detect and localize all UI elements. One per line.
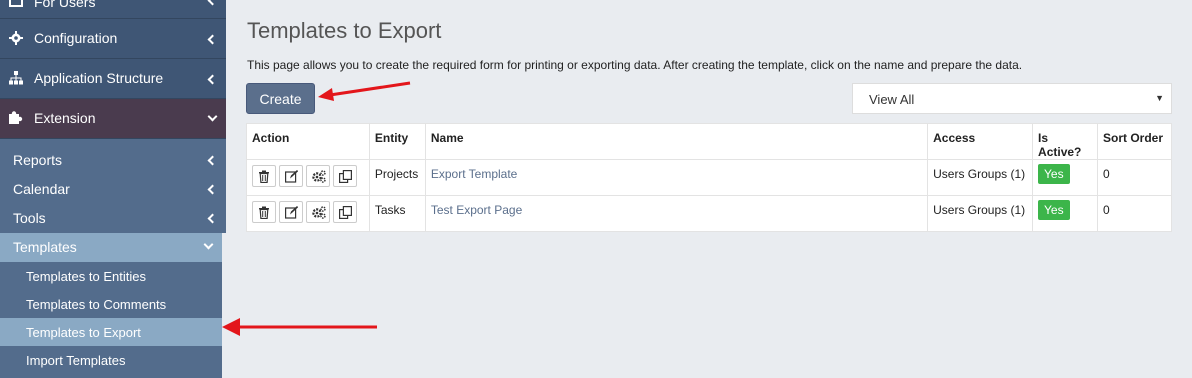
- sidebar-divider: [222, 233, 226, 378]
- sort-order-cell: 0: [1097, 195, 1172, 232]
- create-button[interactable]: Create: [246, 83, 315, 114]
- template-name-link[interactable]: Test Export Page: [431, 203, 522, 217]
- sidebar-item-label: For Users: [34, 0, 96, 10]
- sidebar-item-extension[interactable]: Extension: [0, 99, 226, 139]
- chevron-left-icon: [207, 0, 218, 6]
- sidebar-item-for-users[interactable]: For Users: [0, 0, 226, 19]
- sidebar-item-templates-to-entities[interactable]: Templates to Entities: [0, 262, 222, 290]
- sidebar-item-label: Templates to Comments: [26, 297, 167, 312]
- copy-button[interactable]: [333, 165, 357, 187]
- sidebar: For Users Configuration Application Stru…: [0, 0, 226, 378]
- delete-button[interactable]: [252, 201, 276, 223]
- header-action: Action: [246, 123, 370, 160]
- sidebar-item-label: Import Templates: [26, 353, 126, 368]
- templates-table: Action Entity Name Access Is Active? Sor…: [246, 123, 1172, 232]
- edit-button[interactable]: [279, 201, 303, 223]
- header-sort-order: Sort Order: [1097, 123, 1172, 160]
- settings-button[interactable]: [306, 201, 330, 223]
- edit-icon: [285, 170, 298, 183]
- sort-order-cell: 0: [1097, 159, 1172, 196]
- edit-icon: [285, 206, 298, 219]
- name-cell: Test Export Page: [424, 195, 929, 232]
- sidebar-item-tools[interactable]: Tools: [0, 204, 226, 233]
- edit-button[interactable]: [279, 165, 303, 187]
- chevron-left-icon: [207, 155, 218, 166]
- annotation-arrow-icon: [222, 318, 377, 336]
- chevron-down-icon: [207, 111, 218, 122]
- settings-button[interactable]: [306, 165, 330, 187]
- active-badge: Yes: [1038, 200, 1070, 220]
- name-cell: Export Template: [424, 159, 929, 196]
- copy-icon: [339, 206, 352, 219]
- sidebar-item-label: Templates to Export: [26, 325, 141, 340]
- header-is-active: Is Active?: [1032, 123, 1098, 160]
- users-icon: [9, 0, 23, 7]
- view-filter-select[interactable]: View All ▼: [852, 83, 1172, 114]
- caret-down-icon: ▼: [1155, 93, 1164, 103]
- chevron-left-icon: [207, 34, 218, 45]
- sidebar-item-label: Configuration: [34, 30, 118, 46]
- chevron-left-icon: [207, 213, 218, 224]
- sidebar-item-templates[interactable]: Templates: [0, 233, 222, 262]
- gears-icon: [312, 206, 326, 219]
- table-row: Projects Export Template Users Groups (1…: [246, 159, 1172, 196]
- page-description: This page allows you to create the requi…: [247, 58, 1023, 72]
- sidebar-item-label: Tools: [13, 210, 46, 226]
- entity-cell: Tasks: [368, 195, 426, 232]
- header-access: Access: [927, 123, 1034, 160]
- sidebar-item-reports[interactable]: Reports: [0, 146, 226, 175]
- copy-button[interactable]: [333, 201, 357, 223]
- chevron-left-icon: [207, 74, 218, 85]
- gear-icon: [9, 31, 23, 45]
- table-header-row: Action Entity Name Access Is Active? Sor…: [246, 123, 1172, 160]
- chevron-left-icon: [207, 184, 218, 195]
- table-row: Tasks Test Export Page Users Groups (1) …: [246, 195, 1172, 232]
- puzzle-icon: [9, 111, 23, 124]
- chevron-down-icon: [203, 239, 214, 250]
- sidebar-item-calendar[interactable]: Calendar: [0, 175, 226, 204]
- header-name: Name: [424, 123, 929, 160]
- sidebar-item-label: Templates: [13, 239, 77, 255]
- template-name-link[interactable]: Export Template: [431, 167, 518, 181]
- sitemap-icon: [9, 71, 23, 85]
- sidebar-item-label: Extension: [34, 110, 96, 126]
- access-cell: Users Groups (1): [927, 195, 1034, 232]
- delete-button[interactable]: [252, 165, 276, 187]
- gears-icon: [312, 170, 326, 183]
- annotation-arrow-icon: [318, 81, 411, 101]
- view-filter-value: View All: [869, 92, 915, 107]
- action-cell: [246, 159, 370, 196]
- sidebar-item-label: Application Structure: [34, 70, 164, 86]
- sidebar-item-import-templates[interactable]: Import Templates: [0, 346, 222, 374]
- trash-icon: [259, 206, 269, 219]
- sidebar-item-templates-to-comments[interactable]: Templates to Comments: [0, 290, 222, 318]
- access-cell: Users Groups (1): [927, 159, 1034, 196]
- active-cell: Yes: [1032, 159, 1098, 196]
- copy-icon: [339, 170, 352, 183]
- active-badge: Yes: [1038, 164, 1070, 184]
- entity-cell: Projects: [368, 159, 426, 196]
- sidebar-item-configuration[interactable]: Configuration: [0, 19, 226, 59]
- sidebar-item-label: Templates to Entities: [26, 269, 146, 284]
- sidebar-item-templates-to-export[interactable]: Templates to Export: [0, 318, 222, 346]
- active-cell: Yes: [1032, 195, 1098, 232]
- header-entity: Entity: [368, 123, 426, 160]
- trash-icon: [259, 170, 269, 183]
- sidebar-item-label: Calendar: [13, 181, 70, 197]
- action-cell: [246, 195, 370, 232]
- page-title: Templates to Export: [247, 18, 442, 43]
- sidebar-item-application-structure[interactable]: Application Structure: [0, 59, 226, 99]
- sidebar-item-label: Reports: [13, 152, 63, 168]
